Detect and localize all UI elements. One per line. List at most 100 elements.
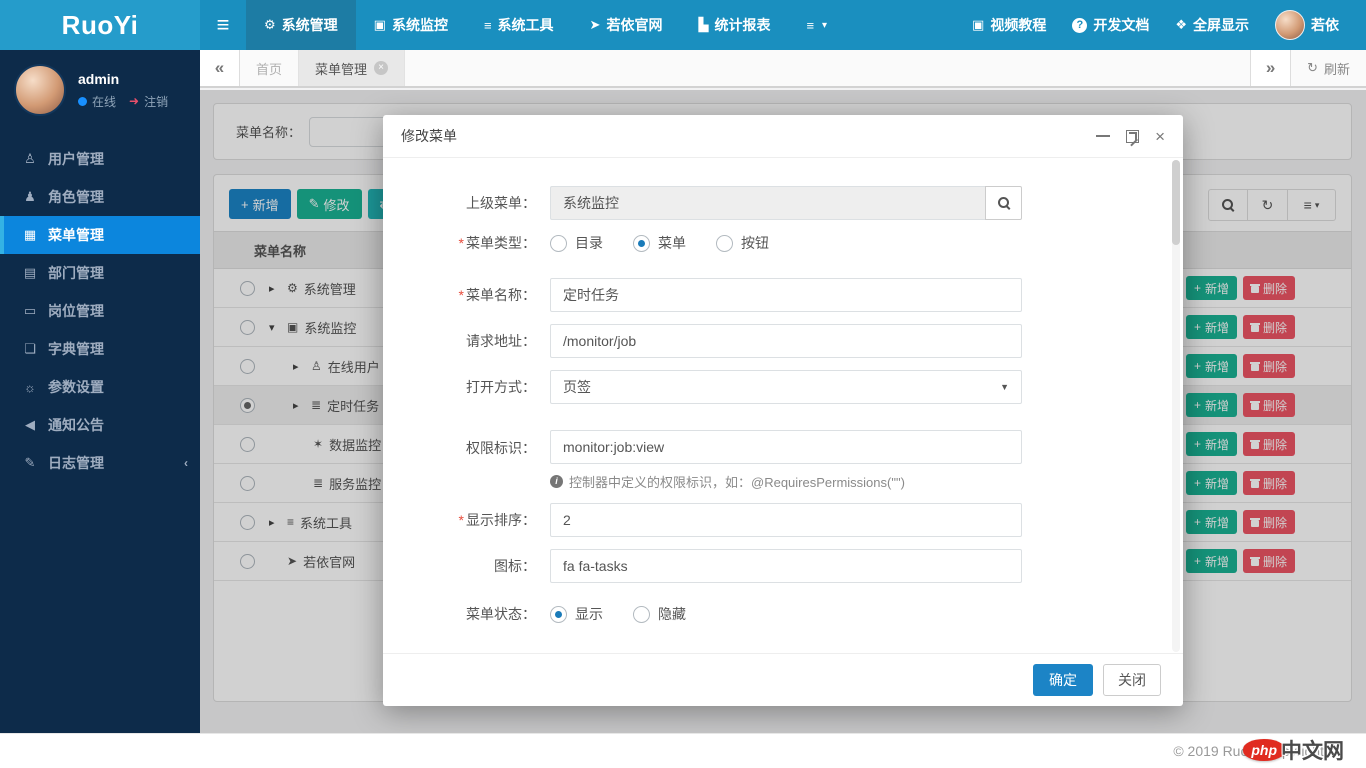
bookmark-icon: ❏ (22, 341, 38, 357)
chevron-down-icon: ▼ (1000, 382, 1009, 392)
bullhorn-icon: ◀ (22, 417, 38, 433)
open-mode-select[interactable]: 页签 ▼ (550, 370, 1022, 404)
user-name: 若依 (1311, 15, 1339, 35)
nav-item-official-site[interactable]: ➤ 若依官网 (572, 0, 681, 50)
question-icon: ? (1072, 18, 1087, 33)
field-label: 上级菜单： (440, 193, 550, 213)
required-asterisk: * (459, 287, 464, 303)
sidebar-item-notices[interactable]: ◀ 通知公告 (0, 406, 200, 444)
close-icon[interactable]: × (1155, 128, 1165, 145)
modal-scrollbar[interactable] (1172, 160, 1180, 652)
user-menu[interactable]: 若依 (1262, 0, 1352, 50)
field-label: 打开方式： (440, 377, 550, 397)
parent-menu-input[interactable] (550, 186, 985, 220)
radio-label: 菜单 (658, 233, 686, 253)
nav-label: 系统工具 (498, 15, 554, 35)
tab-menu-manage[interactable]: 菜单管理 × (299, 50, 405, 86)
sidebar-item-dicts[interactable]: ❏ 字典管理 (0, 330, 200, 368)
watermark-cn-text: 中文网 (1281, 735, 1344, 765)
tabbar-spacer (405, 50, 1250, 86)
logout-link[interactable]: 注销 (144, 93, 168, 110)
icon-input[interactable] (550, 549, 1022, 583)
maximize-icon[interactable] (1126, 130, 1139, 143)
chevron-left-icon[interactable]: ‹ (184, 456, 188, 470)
help-label: 控制器中定义的权限标识，如：@RequiresPermissions("") (569, 472, 905, 491)
sidebar-item-menus[interactable]: ▦ 菜单管理 (0, 216, 200, 254)
search-icon (997, 196, 1011, 210)
edit-icon: ✎ (22, 455, 38, 471)
top-navbar: RuoYi ≡ ⚙ 系统管理 ▣ 系统监控 ≡ 系统工具 ➤ 若依官网 ▙ 统计… (0, 0, 1366, 50)
sidebar-item-label: 字典管理 (48, 339, 104, 359)
nav-label: 若依官网 (606, 15, 662, 35)
app-logo[interactable]: RuoYi (0, 0, 200, 50)
gear-icon: ⚙ (264, 17, 276, 33)
online-status: 在线 (92, 93, 116, 110)
radio-label: 显示 (575, 604, 603, 624)
modal-header[interactable]: 修改菜单 × (383, 115, 1183, 158)
gear-icon: ☼ (22, 380, 38, 395)
nav-item-system-tools[interactable]: ≡ 系统工具 (466, 0, 572, 50)
nav-item-report[interactable]: ▙ 统计报表 (680, 0, 788, 50)
sidebar-item-label: 菜单管理 (48, 225, 104, 245)
field-label: 图标： (440, 556, 550, 576)
online-dot-icon (78, 97, 87, 106)
form-row-name: *菜单名称： (440, 278, 1133, 312)
id-card-icon: ▭ (22, 303, 38, 319)
sidebar-item-params[interactable]: ☼ 参数设置 (0, 368, 200, 406)
sidebar-item-label: 岗位管理 (48, 301, 104, 321)
menu-name-input[interactable] (550, 278, 1022, 312)
nav-item-system-monitor[interactable]: ▣ 系统监控 (356, 0, 466, 50)
tab-label: 首页 (256, 59, 282, 78)
perms-input[interactable] (550, 430, 1022, 464)
sidebar-item-roles[interactable]: ♟ 角色管理 (0, 178, 200, 216)
request-url-input[interactable] (550, 324, 1022, 358)
parent-menu-picker-button[interactable] (985, 186, 1022, 220)
nav-item-dev-docs[interactable]: ? 开发文档 (1059, 0, 1162, 50)
nav-item-system-manage[interactable]: ⚙ 系统管理 (246, 0, 356, 50)
sidebar-item-departments[interactable]: ▤ 部门管理 (0, 254, 200, 292)
logout-icon: ➜ (129, 94, 139, 108)
refresh-tab-button[interactable]: ↻ 刷新 (1290, 50, 1366, 86)
field-label: 菜单名称： (466, 287, 536, 303)
scrollbar-thumb[interactable] (1172, 160, 1180, 245)
nav-label: 全屏显示 (1193, 15, 1249, 35)
radio-type-menu-checked[interactable] (633, 235, 650, 252)
form-row-target: 打开方式： 页签 ▼ (440, 370, 1133, 404)
nav-label: 开发文档 (1093, 15, 1149, 35)
sidebar-toggle-icon[interactable]: ≡ (200, 0, 246, 50)
user-icon: ♙ (22, 151, 38, 167)
refresh-icon: ↻ (1307, 60, 1318, 76)
nav-label: 系统管理 (282, 15, 338, 35)
role-icon: ♟ (22, 189, 38, 205)
tab-label: 菜单管理 (315, 59, 367, 78)
radio-label: 按钮 (741, 233, 769, 253)
avatar[interactable] (14, 64, 66, 116)
tabs-scroll-right-button[interactable]: » (1250, 50, 1290, 86)
radio-type-directory[interactable] (550, 235, 567, 252)
field-label: 菜单类型： (466, 235, 536, 251)
video-icon: ▣ (972, 17, 984, 33)
php-badge: php (1243, 739, 1285, 761)
radio-visible-hide[interactable] (633, 606, 650, 623)
close-button[interactable]: 关闭 (1103, 664, 1161, 696)
perms-help-text: i 控制器中定义的权限标识，如：@RequiresPermissions("") (550, 472, 1022, 491)
modal-body: 上级菜单： *菜单类型： 目录 菜单 按钮 *菜单名称： (383, 158, 1183, 653)
list-icon: ≡ (484, 18, 492, 33)
sidebar-item-logs[interactable]: ✎ 日志管理 ‹ (0, 444, 200, 482)
menu-grid-icon: ▦ (22, 227, 38, 243)
radio-type-button[interactable] (716, 235, 733, 252)
nav-item-video-tutorial[interactable]: ▣ 视频教程 (959, 0, 1059, 50)
confirm-button[interactable]: 确定 (1033, 664, 1093, 696)
radio-visible-show-checked[interactable] (550, 606, 567, 623)
order-input[interactable] (550, 503, 1022, 537)
sidebar-item-users[interactable]: ♙ 用户管理 (0, 140, 200, 178)
close-icon[interactable]: × (374, 61, 388, 75)
sidebar: admin 在线 ➜ 注销 ♙ 用户管理 ♟ 角色管理 ▦ 菜单管理 ▤ 部门管… (0, 50, 200, 733)
tabs-scroll-left-button[interactable]: « (200, 50, 240, 86)
nav-more-dropdown[interactable]: ≡ ▾ (788, 0, 845, 50)
nav-label: 视频教程 (990, 15, 1046, 35)
minimize-icon[interactable] (1096, 135, 1110, 137)
sidebar-item-posts[interactable]: ▭ 岗位管理 (0, 292, 200, 330)
nav-item-fullscreen[interactable]: ❖ 全屏显示 (1162, 0, 1262, 50)
tab-home[interactable]: 首页 (240, 50, 299, 86)
